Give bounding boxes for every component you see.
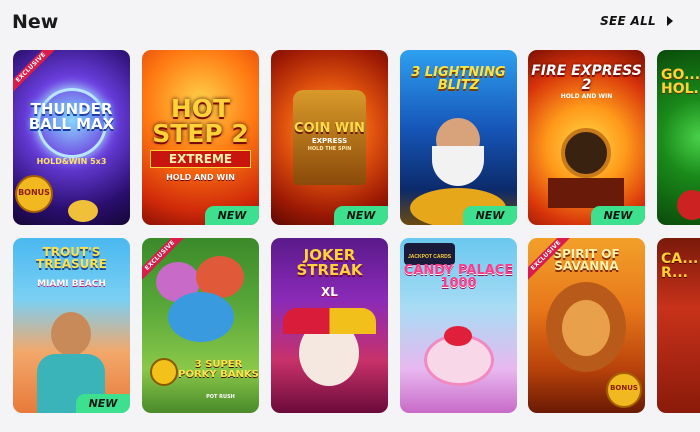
chevron-right-icon [667, 16, 673, 26]
game-tagline: XL [321, 285, 338, 299]
game-tile-fire-express-2[interactable]: FIRE EXPRESS 2 HOLD AND WIN NEW [528, 50, 645, 225]
train-body [548, 178, 624, 208]
train-front [561, 128, 611, 178]
game-tagline: EXPRESS [311, 137, 348, 145]
game-logo: GO... HOL... [661, 67, 700, 97]
game-logo: FIRE EXPRESS 2 [531, 63, 642, 93]
decor-symbol [677, 190, 700, 220]
jackpot-cards-badge: JACKPOT CARDS [404, 243, 456, 265]
game-tile-partial[interactable]: GO... HOL... [657, 50, 700, 225]
lion-face [562, 300, 610, 356]
game-tile-spirit-of-savanna[interactable]: SPIRIT OF SAVANNA BONUS EXCLUSIVE [528, 238, 645, 413]
game-tile-partial[interactable]: CA... R... [657, 238, 700, 413]
section-title: New [12, 11, 59, 33]
game-tagline: EXTREME [168, 152, 233, 166]
game-tile-3-lightning-blitz[interactable]: 3 LIGHTNING BLITZ NEW [400, 50, 517, 225]
game-tile-joker-streak-xl[interactable]: JOKER STREAK XL [271, 238, 388, 413]
game-logo: THUNDER BALL MAX [28, 100, 115, 133]
new-badge: NEW [76, 394, 130, 413]
pig-blue [168, 292, 234, 342]
game-subtitle: HOLD THE SPIN [307, 146, 352, 152]
game-logo: 3 SUPER PORKY BANKS [178, 359, 259, 380]
game-tile-trouts-treasure[interactable]: TROUT'S TREASURE MIAMI BEACH NEW [13, 238, 130, 413]
game-tile-candy-palace-1000[interactable]: JACKPOT CARDS CANDY PALACE 1000 [400, 238, 517, 413]
game-tile-coin-win[interactable]: COIN WIN EXPRESS HOLD THE SPIN NEW [271, 50, 388, 225]
bonus-label: BONUS [18, 188, 50, 197]
new-badge: NEW [205, 206, 259, 225]
new-badge: NEW [334, 206, 388, 225]
fisherman-face [51, 312, 91, 356]
game-tile-hot-step-2[interactable]: HOT STEP 2 EXTREME HOLD AND WIN NEW [142, 50, 259, 225]
game-tagline: HOLD&WIN 5x3 [36, 157, 107, 166]
game-logo: CA... R... [661, 251, 699, 281]
gold-coins [68, 200, 98, 222]
game-logo: COIN WIN [294, 121, 365, 136]
bonus-label: BONUS [610, 384, 638, 392]
see-all-link[interactable]: SEE ALL [600, 14, 676, 28]
new-badge: NEW [591, 206, 645, 225]
see-all-label: SEE ALL [600, 14, 656, 28]
game-logo: HOT STEP 2 [152, 94, 249, 148]
game-logo: 3 LIGHTNING BLITZ [411, 65, 506, 93]
joker-hat [283, 308, 376, 334]
game-logo: JOKER STREAK [296, 246, 363, 279]
game-tagline: MIAMI BEACH [37, 279, 106, 289]
game-tagline: POT RUSH [206, 394, 235, 400]
game-subtitle: HOLD AND WIN [560, 93, 613, 100]
game-subtitle: HOLD AND WIN [166, 173, 235, 182]
game-tile-super-porky-banks[interactable]: 3 SUPER PORKY BANKS POT RUSH EXCLUSIVE [142, 238, 259, 413]
game-tile-thunder-ball-max[interactable]: THUNDER BALL MAX HOLD&WIN 5x3 BONUS EXCL… [13, 50, 130, 225]
strawberry [444, 326, 472, 346]
section-header: New SEE ALL [0, 0, 700, 44]
game-logo: CANDY PALACE 1000 [403, 263, 514, 291]
new-badge: NEW [463, 206, 517, 225]
game-logo: TROUT'S TREASURE [36, 245, 107, 271]
jackpot-cards-label: JACKPOT CARDS [408, 254, 452, 260]
jackpot-coin [150, 358, 178, 386]
